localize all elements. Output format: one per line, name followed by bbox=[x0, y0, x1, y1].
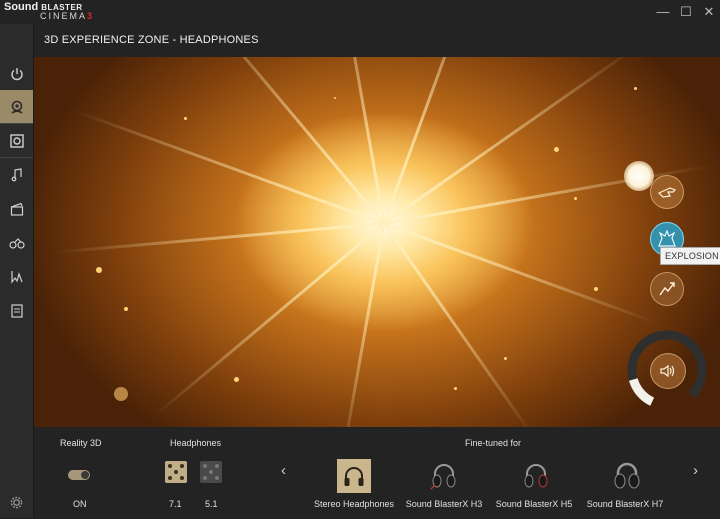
explosion-visual bbox=[34, 57, 720, 427]
app-logo: Sound BLASTER CINEMA3 bbox=[4, 2, 94, 21]
h7-label: Sound BlasterX H7 bbox=[586, 499, 664, 509]
h3-label: Sound BlasterX H3 bbox=[405, 499, 483, 509]
boost-effect-button[interactable] bbox=[650, 272, 684, 306]
headphones-icon bbox=[344, 467, 364, 486]
zigzag-icon bbox=[659, 282, 675, 296]
h5-label: Sound BlasterX H5 bbox=[495, 499, 573, 509]
effect-tooltip: EXPLOSION bbox=[660, 247, 720, 265]
music-note-icon[interactable] bbox=[0, 158, 33, 191]
logo-cinema: CINEMA bbox=[40, 11, 88, 21]
logo-sound: Sound bbox=[4, 1, 39, 13]
title-bar: Sound BLASTER CINEMA3 — ☐ ✕ bbox=[0, 0, 720, 24]
movie-clapper-icon[interactable] bbox=[0, 192, 33, 225]
page-title: 3D EXPERIENCE ZONE - HEADPHONES bbox=[44, 34, 259, 46]
next-arrow[interactable]: › bbox=[693, 462, 698, 479]
3d-experience-icon[interactable] bbox=[0, 90, 33, 123]
h7-tile[interactable] bbox=[610, 459, 644, 493]
maximize-button[interactable]: ☐ bbox=[676, 2, 696, 22]
headphones-label: Headphones bbox=[170, 438, 222, 448]
volume-button[interactable] bbox=[650, 353, 686, 389]
speaker-7-1-button[interactable] bbox=[165, 461, 187, 483]
headset-h5-icon bbox=[524, 464, 548, 488]
option-5-1-label: 5.1 bbox=[205, 499, 218, 509]
gaming-controller-icon[interactable] bbox=[0, 226, 33, 259]
close-button[interactable]: ✕ bbox=[699, 2, 719, 22]
speaker-icon[interactable] bbox=[0, 124, 33, 157]
minimize-button[interactable]: — bbox=[653, 2, 673, 22]
gesture-effect-button[interactable] bbox=[650, 175, 684, 209]
speaker-5-1-button[interactable] bbox=[200, 461, 222, 483]
hand-icon bbox=[658, 187, 676, 198]
option-7-1-label: 7.1 bbox=[169, 499, 182, 509]
gear-icon[interactable] bbox=[0, 486, 33, 519]
source-orb[interactable] bbox=[624, 161, 654, 191]
voice-icon[interactable] bbox=[0, 260, 33, 293]
finetuned-label: Fine-tuned for bbox=[465, 438, 522, 448]
h5-tile[interactable] bbox=[519, 459, 553, 493]
reality3d-state: ON bbox=[73, 499, 87, 509]
headset-h3-icon bbox=[430, 464, 456, 490]
explosion-icon bbox=[658, 230, 676, 247]
stereo-headphones-label: Stereo Headphones bbox=[313, 499, 395, 509]
power-icon[interactable] bbox=[0, 57, 33, 90]
volume-icon bbox=[660, 364, 675, 378]
logo-version: 3 bbox=[87, 11, 95, 21]
sidebar bbox=[0, 24, 34, 518]
stereo-headphones-tile[interactable] bbox=[337, 459, 371, 493]
headset-h7-icon bbox=[614, 462, 640, 489]
reality3d-toggle[interactable] bbox=[68, 470, 90, 480]
h3-tile[interactable] bbox=[427, 459, 461, 493]
profile-list-icon[interactable] bbox=[0, 294, 33, 327]
reality3d-label: Reality 3D bbox=[60, 438, 102, 448]
prev-arrow[interactable]: ‹ bbox=[281, 462, 286, 479]
